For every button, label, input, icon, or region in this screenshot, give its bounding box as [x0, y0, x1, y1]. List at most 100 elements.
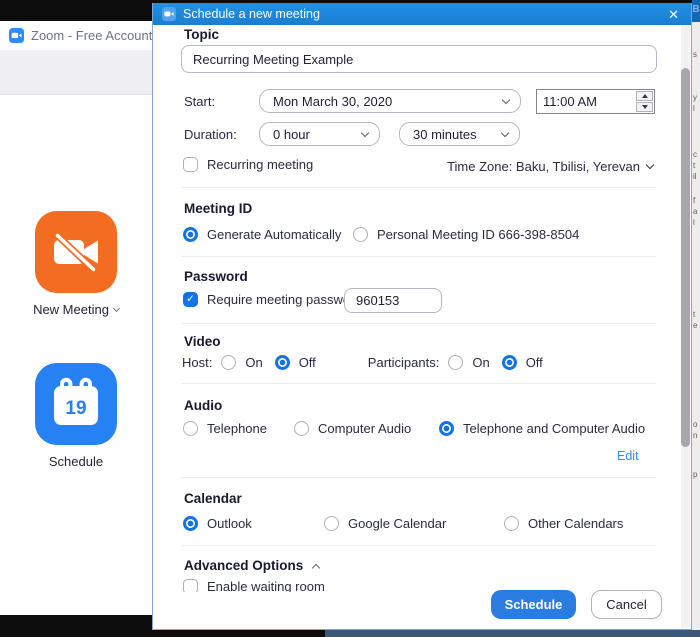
main-window-title: Zoom - Free Account — [31, 28, 153, 43]
triangle-down-icon — [641, 105, 648, 109]
close-icon[interactable]: ✕ — [665, 8, 682, 21]
radio-icon — [448, 355, 464, 370]
require-password-checkbox[interactable]: ✓ Require meeting password — [183, 292, 362, 307]
main-window-titlebar: Zoom - Free Account — [9, 28, 152, 43]
spinner-down-button[interactable] — [636, 102, 653, 112]
option-label: Telephone — [207, 421, 267, 436]
video-camera-off-icon — [35, 211, 117, 293]
topic-input[interactable] — [181, 45, 657, 73]
option-label: Generate Automatically — [207, 227, 342, 242]
calendar-icon: 19 — [35, 363, 117, 445]
calendar-option-outlook[interactable]: Outlook — [183, 516, 252, 531]
dialog-titlebar: Schedule a new meeting ✕ — [153, 3, 691, 25]
option-label: Off — [525, 355, 543, 370]
option-label: Computer Audio — [318, 421, 412, 436]
video-host-off-option[interactable]: Off — [274, 355, 316, 370]
zoom-dialog-icon — [162, 7, 176, 21]
topic-heading: Topic — [184, 27, 219, 42]
background-sliver-header: B — [692, 0, 700, 22]
cancel-button[interactable]: Cancel — [591, 590, 662, 619]
taskbar-strip — [325, 630, 700, 637]
new-meeting-label: New Meeting — [33, 302, 109, 317]
checkbox-icon — [183, 157, 198, 172]
chevron-down-icon[interactable] — [112, 304, 120, 312]
radio-icon — [504, 516, 519, 531]
divider — [181, 187, 656, 188]
video-participants-off-option[interactable]: Off — [501, 355, 543, 370]
radio-selected-icon — [439, 421, 454, 436]
advanced-options-heading: Advanced Options — [184, 558, 304, 573]
video-host-label: Host: — [182, 355, 213, 370]
option-label: Telephone and Computer Audio — [463, 421, 646, 436]
chevron-down-icon — [500, 128, 510, 137]
divider — [181, 323, 656, 324]
radio-selected-icon — [183, 227, 198, 242]
waiting-room-checkbox[interactable]: Enable waiting room — [183, 579, 483, 592]
timezone-label: Time Zone: Baku, Tbilisi, Yerevan — [447, 159, 640, 174]
option-label: Off — [298, 355, 316, 370]
schedule-button[interactable]: Schedule — [491, 590, 576, 619]
recurring-meeting-label: Recurring meeting — [207, 157, 314, 172]
dialog-title: Schedule a new meeting — [183, 7, 320, 21]
recurring-meeting-checkbox[interactable]: Recurring meeting — [183, 157, 313, 172]
chevron-down-icon — [645, 160, 655, 170]
audio-option-telephone[interactable]: Telephone — [183, 421, 267, 436]
video-participants-on-option[interactable]: On — [448, 355, 490, 370]
divider — [181, 477, 656, 478]
option-label: On — [472, 355, 490, 370]
audio-heading: Audio — [184, 398, 223, 413]
radio-icon — [353, 227, 368, 242]
checkbox-checked-icon: ✓ — [183, 292, 198, 307]
duration-hours-select[interactable]: 0 hour — [259, 122, 380, 146]
option-label: Outlook — [207, 516, 252, 531]
duration-hours-value: 0 hour — [273, 126, 310, 142]
password-input[interactable] — [344, 288, 442, 313]
audio-option-computer[interactable]: Computer Audio — [294, 421, 411, 436]
duration-minutes-value: 30 minutes — [413, 126, 477, 142]
chevron-up-icon — [312, 563, 321, 572]
video-host-on-option[interactable]: On — [221, 355, 263, 370]
schedule-action[interactable]: 19 Schedule — [0, 363, 152, 469]
start-label: Start: — [184, 94, 216, 109]
advanced-options-toggle[interactable]: Advanced Options — [184, 558, 321, 573]
start-time-value[interactable]: 11:00 AM — [537, 90, 635, 113]
zoom-app-icon — [9, 28, 24, 43]
duration-minutes-select[interactable]: 30 minutes — [399, 122, 520, 146]
waiting-room-label: Enable waiting room — [207, 579, 325, 592]
radio-icon — [294, 421, 309, 436]
schedule-meeting-dialog: Schedule a new meeting ✕ Topic Start: Mo… — [152, 3, 692, 630]
audio-option-telephone-computer[interactable]: Telephone and Computer Audio — [439, 421, 645, 436]
audio-edit-link[interactable]: Edit — [617, 449, 639, 463]
time-spinner-buttons — [635, 90, 654, 113]
checkbox-icon — [183, 579, 198, 592]
meeting-id-option-personal[interactable]: Personal Meeting ID 666-398-8504 — [353, 227, 579, 242]
new-meeting-action[interactable]: New Meeting — [0, 211, 152, 317]
timezone-dropdown[interactable]: Time Zone: Baku, Tbilisi, Yerevan — [447, 159, 655, 174]
zoom-main-window: Zoom - Free Account New Meeting 19 Sched… — [0, 21, 152, 615]
background-window-sliver: B syl c t il fal te on p — [692, 0, 700, 631]
radio-icon — [324, 516, 339, 531]
start-date-value: Mon March 30, 2020 — [273, 93, 393, 109]
option-label: Other Calendars — [528, 516, 624, 531]
option-label: On — [245, 355, 263, 370]
radio-icon — [183, 421, 198, 436]
dialog-scrollbar-thumb[interactable] — [681, 68, 690, 447]
meeting-id-heading: Meeting ID — [184, 201, 253, 216]
duration-label: Duration: — [184, 127, 237, 142]
schedule-label: Schedule — [48, 454, 104, 469]
option-label: Personal Meeting ID 666-398-8504 — [377, 227, 580, 242]
main-window-toolbar — [0, 50, 152, 95]
calendar-option-google[interactable]: Google Calendar — [324, 516, 446, 531]
start-date-select[interactable]: Mon March 30, 2020 — [259, 89, 521, 113]
start-time-spinner[interactable]: 11:00 AM — [536, 89, 655, 114]
divider — [181, 383, 656, 384]
divider — [181, 256, 656, 257]
video-participants-label: Participants: — [367, 355, 440, 370]
spinner-up-button[interactable] — [636, 91, 653, 101]
radio-selected-icon — [274, 355, 290, 370]
meeting-id-option-generate[interactable]: Generate Automatically — [183, 227, 341, 242]
video-heading: Video — [184, 334, 221, 349]
calendar-day-number: 19 — [65, 398, 86, 419]
calendar-option-other[interactable]: Other Calendars — [504, 516, 623, 531]
radio-selected-icon — [501, 355, 517, 370]
